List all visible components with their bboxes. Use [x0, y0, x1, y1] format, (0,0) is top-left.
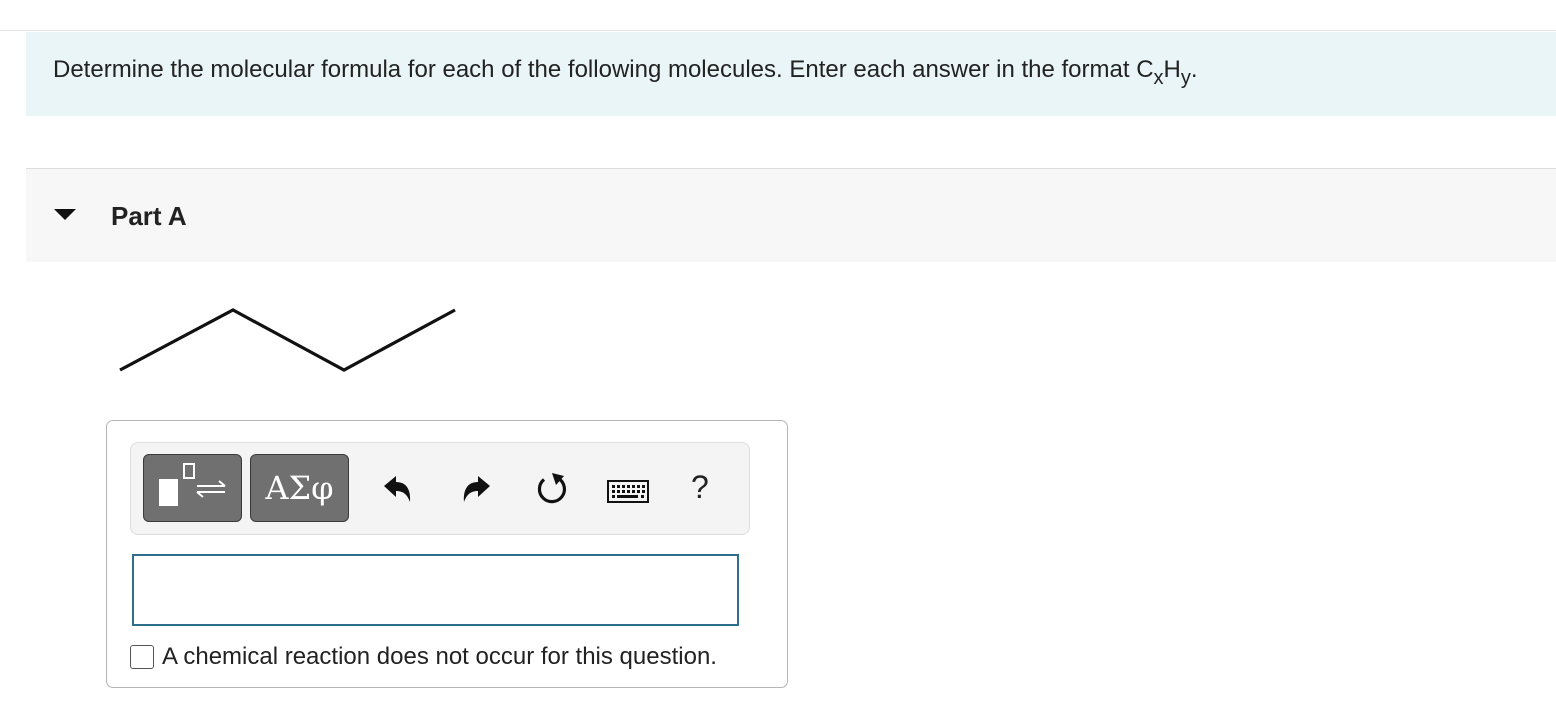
answer-panel: ΑΣφ ? A chemical reaction does not occur… [106, 420, 788, 688]
redo-icon[interactable] [459, 471, 493, 505]
help-icon[interactable]: ? [691, 467, 709, 507]
reset-icon[interactable] [534, 471, 570, 507]
no-reaction-label[interactable]: A chemical reaction does not occur for t… [162, 641, 717, 673]
part-title: Part A [111, 201, 187, 231]
undo-icon[interactable] [381, 471, 415, 505]
carbon-chain-bonds [119, 308, 456, 372]
answer-input[interactable] [132, 554, 739, 626]
instructions-banner: Determine the molecular formula for each… [26, 32, 1556, 116]
templates-button[interactable] [143, 454, 242, 522]
format-subscript-y: y [1180, 67, 1191, 89]
top-divider [0, 30, 1556, 31]
instructions-text: Determine the molecular formula for each… [53, 56, 1198, 89]
greek-symbols-button[interactable]: ΑΣφ [250, 454, 349, 522]
format-subscript-x: x [1153, 67, 1164, 89]
math-toolbar: ΑΣφ ? [130, 442, 750, 535]
no-reaction-checkbox[interactable] [130, 645, 154, 669]
molecule-skeletal-structure [119, 308, 456, 372]
templates-icon [159, 463, 226, 506]
part-a-header[interactable]: Part A [26, 169, 1556, 262]
collapse-caret-icon[interactable] [54, 209, 76, 220]
greek-symbols-label: ΑΣφ [265, 469, 334, 507]
keyboard-icon[interactable] [607, 480, 649, 504]
